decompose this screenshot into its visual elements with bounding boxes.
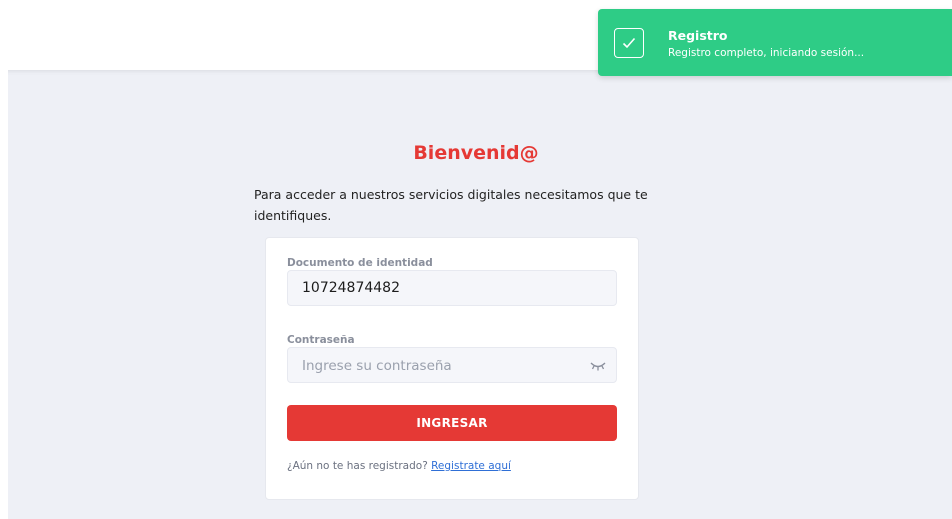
page-title: Bienvenid@ — [413, 142, 539, 164]
register-prompt-line: ¿Aún no te has registrado? Registrate aq… — [287, 460, 511, 472]
document-label: Documento de identidad — [287, 257, 433, 269]
toast-message: Registro completo, iniciando sesión... — [668, 47, 865, 59]
check-icon — [614, 28, 644, 58]
success-toast[interactable]: Registro Registro completo, iniciando se… — [598, 9, 952, 76]
register-link[interactable]: Registrate aquí — [431, 460, 511, 472]
password-placeholder: Ingrese su contraseña — [302, 358, 452, 374]
toast-title: Registro — [668, 28, 728, 43]
register-prompt: ¿Aún no te has registrado? — [287, 460, 428, 472]
intro-text: Para acceder a nuestros servicios digita… — [254, 187, 648, 223]
document-field[interactable]: 10724874482 — [287, 270, 617, 306]
password-label: Contraseña — [287, 334, 355, 346]
password-field[interactable]: Ingrese su contraseña — [287, 347, 617, 383]
eye-closed-icon[interactable] — [590, 359, 606, 371]
document-value: 10724874482 — [302, 280, 400, 296]
login-button[interactable]: INGRESAR — [287, 405, 617, 441]
